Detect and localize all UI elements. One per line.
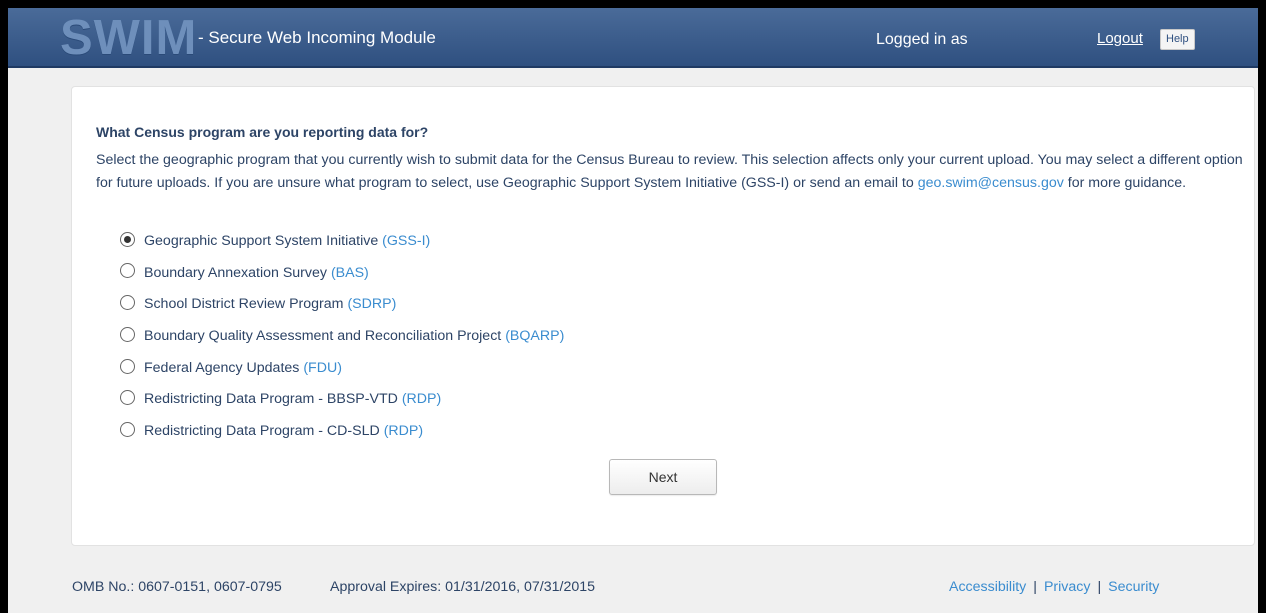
- program-option-bqarp[interactable]: Boundary Quality Assessment and Reconcil…: [120, 325, 564, 347]
- next-button[interactable]: Next: [609, 459, 717, 495]
- radio-button[interactable]: [120, 358, 135, 374]
- approval-expiration: Approval Expires: 01/31/2016, 07/31/2015: [330, 579, 596, 595]
- option-label: Redistricting Data Program - CD-SLD: [144, 423, 380, 440]
- radio-button[interactable]: [120, 263, 135, 279]
- page-question: What Census program are you reporting da…: [96, 124, 429, 140]
- program-option-fdu[interactable]: Federal Agency Updates (FDU): [120, 357, 564, 379]
- radio-button[interactable]: [120, 326, 135, 342]
- option-abbr: (RDP): [383, 423, 424, 440]
- option-abbr: (GSS-I): [382, 233, 431, 249]
- accessibility-link[interactable]: Accessibility: [949, 579, 1026, 595]
- footer-separator: |: [1033, 579, 1037, 595]
- radio-button[interactable]: [120, 421, 135, 437]
- option-label: Boundary Annexation Survey: [144, 264, 327, 281]
- option-label: Boundary Quality Assessment and Reconcil…: [144, 328, 502, 345]
- app-window: SWIM - Secure Web Incoming Module Logged…: [8, 8, 1258, 613]
- instructions-text: Select the geographic program that you c…: [96, 149, 1246, 195]
- program-option-bas[interactable]: Boundary Annexation Survey (BAS): [120, 262, 564, 284]
- app-subtitle: - Secure Web Incoming Module: [198, 28, 436, 47]
- swim-logo: SWIM: [60, 11, 198, 65]
- footer-links: Accessibility | Privacy | Security: [949, 578, 1159, 596]
- option-abbr: (BQARP): [505, 328, 565, 345]
- footer-separator: |: [1097, 579, 1102, 595]
- email-link[interactable]: geo.swim@census.gov: [918, 175, 1064, 191]
- program-option-sdrp[interactable]: School District Review Program (SDRP): [120, 293, 564, 315]
- program-selection-card: What Census program are you reporting da…: [71, 86, 1255, 546]
- option-label: Federal Agency Updates: [144, 359, 300, 376]
- option-label: Geographic Support System Initiative: [144, 233, 379, 249]
- omb-number: OMB No.: 0607-0151, 0607-0795: [72, 579, 282, 595]
- program-radio-group: Geographic Support System Initiative (GS…: [120, 230, 564, 452]
- logout-link[interactable]: Logout: [1097, 29, 1143, 49]
- option-label: School District Review Program: [144, 296, 344, 313]
- program-option-rdp-cd-sld[interactable]: Redistricting Data Program - CD-SLD (RDP…: [120, 420, 564, 442]
- instructions-part2: for more guidance.: [1067, 175, 1187, 191]
- option-abbr: (RDP): [401, 391, 442, 408]
- program-option-gssi[interactable]: Geographic Support System Initiative (GS…: [120, 230, 564, 252]
- program-option-rdp-bbsp-vtd[interactable]: Redistricting Data Program - BBSP-VTD (R…: [120, 388, 564, 410]
- help-button[interactable]: Help: [1160, 29, 1195, 50]
- option-label: Redistricting Data Program - BBSP-VTD: [144, 391, 398, 408]
- radio-button[interactable]: [120, 390, 135, 406]
- header-bar: SWIM - Secure Web Incoming Module Logged…: [8, 8, 1258, 68]
- radio-button[interactable]: [120, 295, 135, 311]
- radio-button[interactable]: [120, 231, 135, 247]
- security-link[interactable]: Security: [1108, 579, 1159, 595]
- option-abbr: (FDU): [303, 359, 342, 376]
- option-abbr: (BAS): [330, 264, 369, 281]
- logged-in-label: Logged in as: [876, 31, 968, 48]
- privacy-link[interactable]: Privacy: [1044, 579, 1091, 595]
- option-abbr: (SDRP): [347, 296, 397, 313]
